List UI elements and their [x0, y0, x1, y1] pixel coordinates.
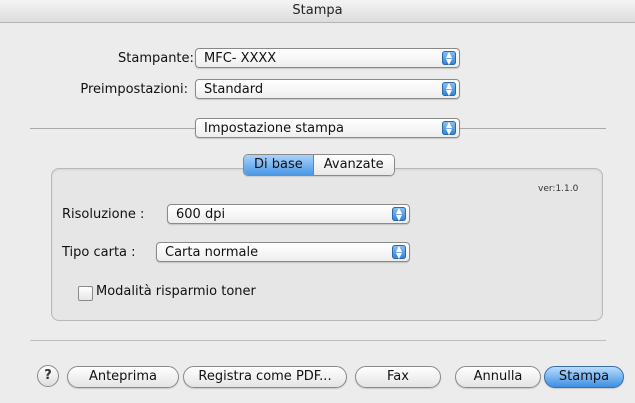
- tab-basic[interactable]: Di base: [244, 155, 314, 175]
- up-down-arrows-icon: ▲ ▼: [392, 245, 406, 260]
- toner-saving-checkbox[interactable]: [78, 286, 93, 301]
- print-button[interactable]: Stampa: [544, 366, 624, 388]
- window-title: Stampa: [0, 0, 635, 23]
- resolution-select[interactable]: 600 dpi ▲ ▼: [167, 204, 410, 224]
- panel-select[interactable]: Impostazione stampa ▲ ▼: [195, 118, 460, 138]
- divider-right: [460, 128, 606, 129]
- tab-bar: Di base Avanzate: [243, 154, 395, 176]
- version-label: ver:1.1.0: [538, 184, 579, 194]
- presets-select-value: Standard: [204, 82, 264, 97]
- resolution-label: Risoluzione :: [62, 207, 145, 222]
- panel-select-value: Impostazione stampa: [204, 121, 345, 136]
- footer-divider: [30, 340, 606, 341]
- fax-button[interactable]: Fax: [355, 366, 441, 388]
- paper-type-select-value: Carta normale: [165, 245, 259, 260]
- toner-saving-label[interactable]: Modalità risparmio toner: [96, 284, 256, 299]
- save-as-pdf-button[interactable]: Registra come PDF...: [183, 366, 347, 388]
- paper-type-select[interactable]: Carta normale ▲ ▼: [156, 242, 410, 262]
- printer-select-value: MFC- XXXX: [204, 51, 277, 66]
- printer-label: Stampante:: [118, 51, 194, 66]
- question-mark-icon[interactable]: ?: [37, 365, 59, 387]
- up-down-arrows-icon: ▲ ▼: [442, 51, 456, 66]
- printer-select[interactable]: MFC- XXXX ▲ ▼: [195, 48, 460, 68]
- divider-left: [30, 128, 195, 129]
- cancel-button[interactable]: Annulla: [455, 366, 541, 388]
- preview-button[interactable]: Anteprima: [67, 366, 179, 388]
- resolution-select-value: 600 dpi: [176, 207, 226, 222]
- up-down-arrows-icon: ▲ ▼: [392, 207, 406, 222]
- up-down-arrows-icon: ▲ ▼: [442, 121, 456, 136]
- presets-select[interactable]: Standard ▲ ▼: [195, 79, 460, 99]
- up-down-arrows-icon: ▲ ▼: [442, 82, 456, 97]
- tab-advanced[interactable]: Avanzate: [313, 155, 394, 175]
- presets-label: Preimpostazioni:: [80, 82, 188, 97]
- paper-type-label: Tipo carta :: [62, 245, 136, 260]
- print-dialog: Stampa Stampante: MFC- XXXX ▲ ▼ Preimpost…: [0, 0, 635, 403]
